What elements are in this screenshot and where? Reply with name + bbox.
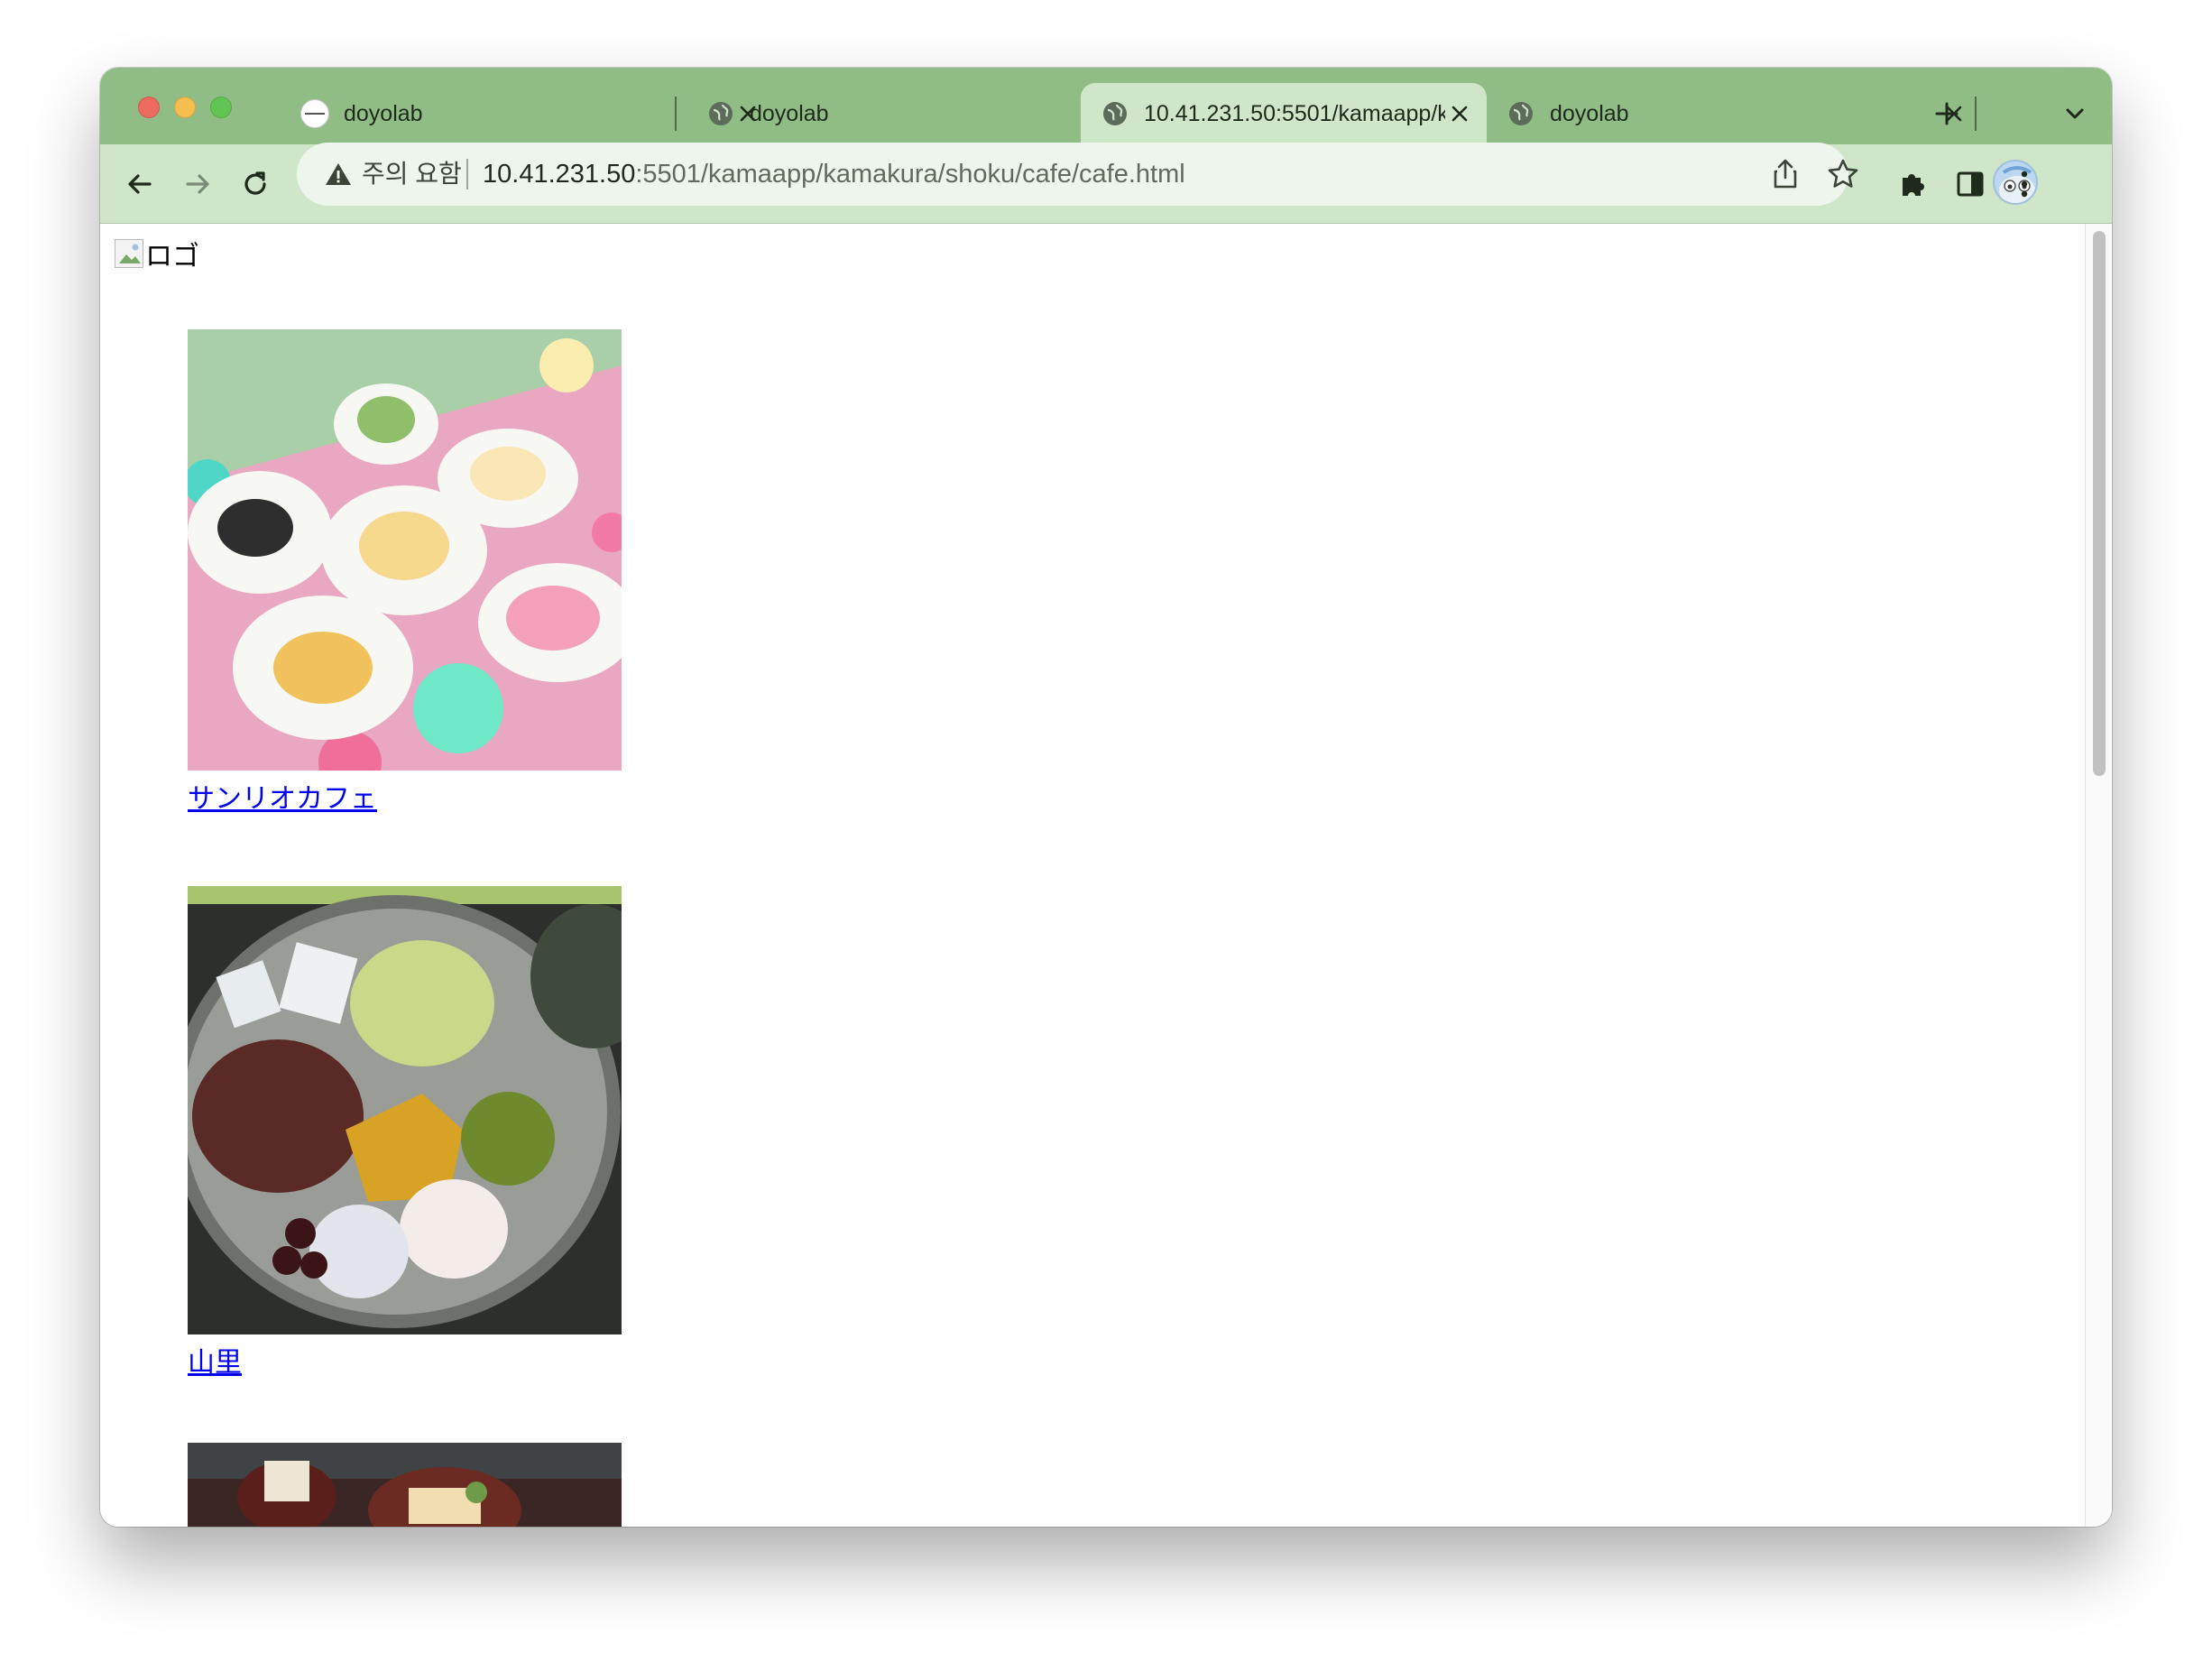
tab-strip: doyolab doyolab 10.41.231.50:5501/kamaap… xyxy=(100,68,2112,144)
browser-window: doyolab doyolab 10.41.231.50:5501/kamaap… xyxy=(100,68,2112,1527)
chevron-down-icon xyxy=(2066,108,2084,119)
tab-close-icon[interactable] xyxy=(1445,99,1474,128)
url-text[interactable]: 10.41.231.50:5501/kamaapp/kamakura/shoku… xyxy=(483,143,1185,206)
cafe-link-yamazato[interactable]: 山里 xyxy=(188,1340,242,1380)
arrow-right-icon xyxy=(186,174,209,194)
back-button[interactable] xyxy=(120,164,160,204)
page-content: ロゴ サンリオカフェ 山里 xyxy=(100,224,2085,1527)
tab-title: doyolab xyxy=(1550,100,1629,126)
warning-icon[interactable] xyxy=(324,160,353,189)
forward-button[interactable] xyxy=(178,164,217,204)
broken-image-icon xyxy=(115,239,143,268)
menu-button[interactable] xyxy=(2005,164,2044,204)
url-path: :5501/kamaapp/kamakura/shoku/cafe/cafe.h… xyxy=(635,160,1185,189)
doyolab-favicon-icon xyxy=(300,99,329,128)
reload-icon xyxy=(244,171,266,195)
tab-separator xyxy=(1975,97,1977,131)
url-host: 10.41.231.50 xyxy=(483,160,636,189)
logo-image: ロゴ xyxy=(115,238,199,272)
cafe-item: 山里 xyxy=(188,886,622,1380)
cafe-photo-third[interactable] xyxy=(188,1443,622,1527)
maximize-window-button[interactable] xyxy=(210,97,232,118)
address-bar[interactable]: 주의 요함 10.41.231.50:5501/kamaapp/kamakura… xyxy=(297,143,1858,206)
plus-icon xyxy=(1935,102,1959,125)
scrollbar-thumb[interactable] xyxy=(2093,231,2106,776)
reload-button[interactable] xyxy=(235,164,275,204)
bookmark-star-icon[interactable] xyxy=(1827,158,1859,190)
minimize-window-button[interactable] xyxy=(174,97,196,118)
tab-separator xyxy=(675,97,677,131)
cafe-item: サンリオカフェ xyxy=(188,329,622,816)
new-tab-button[interactable] xyxy=(1930,97,1964,131)
arrow-left-icon xyxy=(128,174,152,194)
side-panel-button[interactable] xyxy=(1950,164,1990,204)
side-panel-icon xyxy=(1957,171,1984,197)
close-window-button[interactable] xyxy=(138,97,160,118)
page-scrollbar[interactable] xyxy=(2085,224,2112,1527)
cafe-photo-sanrio[interactable] xyxy=(188,329,622,771)
cafe-link-sanrio[interactable]: サンリオカフェ xyxy=(188,776,377,816)
logo-alt-text: ロゴ xyxy=(145,242,199,272)
tab-active-cafe[interactable]: 10.41.231.50:5501/kamaapp/kamakura/shoku… xyxy=(1081,83,1487,144)
omnibox-divider xyxy=(466,159,468,189)
more-vertical-icon xyxy=(2021,171,2028,198)
tab-title: 10.41.231.50:5501/kamaapp/kamakura/shoku… xyxy=(1144,100,1445,126)
globe-icon xyxy=(706,99,735,128)
security-status-label[interactable]: 주의 요함 xyxy=(362,143,462,206)
tab-doyolab-3[interactable]: doyolab xyxy=(1487,83,1981,144)
cafe-item xyxy=(188,1443,622,1527)
share-icon[interactable] xyxy=(1769,158,1802,190)
globe-icon xyxy=(1507,99,1535,128)
puzzle-icon xyxy=(1903,174,1924,196)
cafe-photo-yamazato[interactable] xyxy=(188,886,622,1334)
tab-search-button[interactable] xyxy=(2058,97,2092,131)
extensions-button[interactable] xyxy=(1893,164,1932,204)
globe-icon xyxy=(1101,99,1129,128)
